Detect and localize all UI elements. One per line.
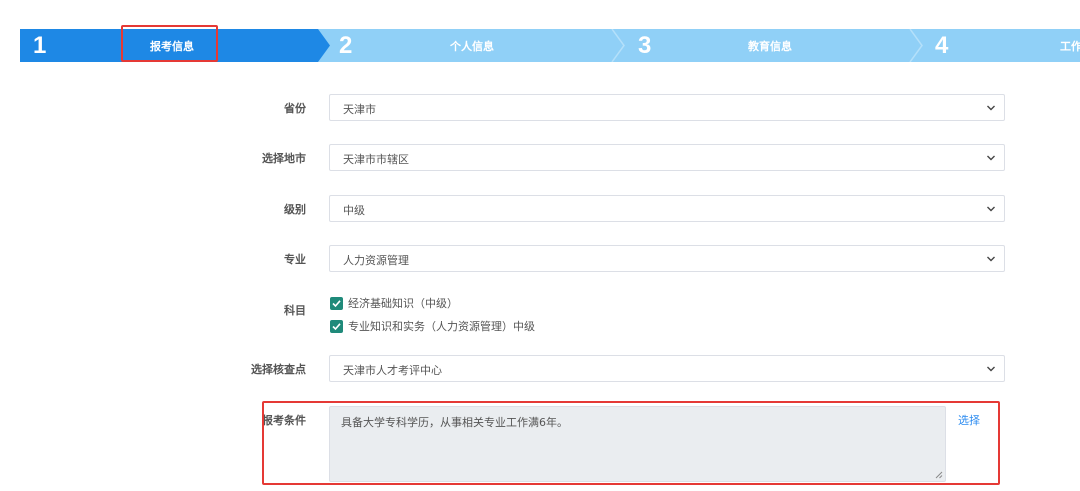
major-select[interactable]: 人力资源管理 <box>329 245 1005 272</box>
city-label: 选择地市 <box>262 152 306 165</box>
step-3-label: 教育信息 <box>748 40 792 53</box>
subject-label: 专业知识和实务（人力资源管理）中级 <box>348 320 535 333</box>
chevron-down-icon <box>987 155 995 161</box>
step-2-label: 个人信息 <box>450 40 494 53</box>
level-label: 级别 <box>284 203 306 216</box>
city-value: 天津市市辖区 <box>343 153 409 166</box>
checkpoint-label: 选择核查点 <box>251 363 306 376</box>
condition-textarea[interactable]: 具备大学专科学历，从事相关专业工作满6年。 <box>329 406 946 482</box>
province-select[interactable]: 天津市 <box>329 94 1005 121</box>
major-value: 人力资源管理 <box>343 254 409 267</box>
step-4[interactable]: 4 工作 <box>920 29 1080 62</box>
checkpoint-value: 天津市人才考评中心 <box>343 364 442 377</box>
level-select[interactable]: 中级 <box>329 195 1005 222</box>
step-2[interactable]: 2 个人信息 <box>320 29 620 62</box>
chevron-down-icon <box>987 366 995 372</box>
step-1[interactable]: 1 报考信息 <box>20 29 320 62</box>
subject-checkbox-economics[interactable]: 经济基础知识（中级） <box>330 296 458 310</box>
chevron-down-icon <box>987 256 995 262</box>
chevron-down-icon <box>987 206 995 212</box>
step-3[interactable]: 3 教育信息 <box>620 29 920 62</box>
step-progress-bar: 1 报考信息 2 个人信息 3 教育信息 4 工作 <box>20 29 1080 62</box>
checked-icon <box>330 296 343 310</box>
province-label: 省份 <box>284 102 306 115</box>
step-4-number: 4 <box>935 32 949 59</box>
province-value: 天津市 <box>343 103 376 116</box>
condition-label: 报考条件 <box>262 414 306 427</box>
step-3-number: 3 <box>638 32 652 59</box>
resize-handle-icon[interactable] <box>935 471 943 479</box>
step-1-label: 报考信息 <box>150 40 194 53</box>
choose-condition-link[interactable]: 选择 <box>958 412 980 428</box>
subject-checkbox-hr[interactable]: 专业知识和实务（人力资源管理）中级 <box>330 319 535 333</box>
subject-label: 经济基础知识（中级） <box>348 297 458 310</box>
step-4-label: 工作 <box>1060 40 1080 53</box>
major-label: 专业 <box>284 253 306 266</box>
city-select[interactable]: 天津市市辖区 <box>329 144 1005 171</box>
condition-value: 具备大学专科学历，从事相关专业工作满6年。 <box>341 416 568 429</box>
step-1-number: 1 <box>33 32 47 59</box>
level-value: 中级 <box>343 204 365 217</box>
checkpoint-select[interactable]: 天津市人才考评中心 <box>329 355 1005 382</box>
checked-icon <box>330 319 343 333</box>
step-2-number: 2 <box>339 32 353 59</box>
chevron-down-icon <box>987 105 995 111</box>
subjects-label: 科目 <box>284 304 306 317</box>
